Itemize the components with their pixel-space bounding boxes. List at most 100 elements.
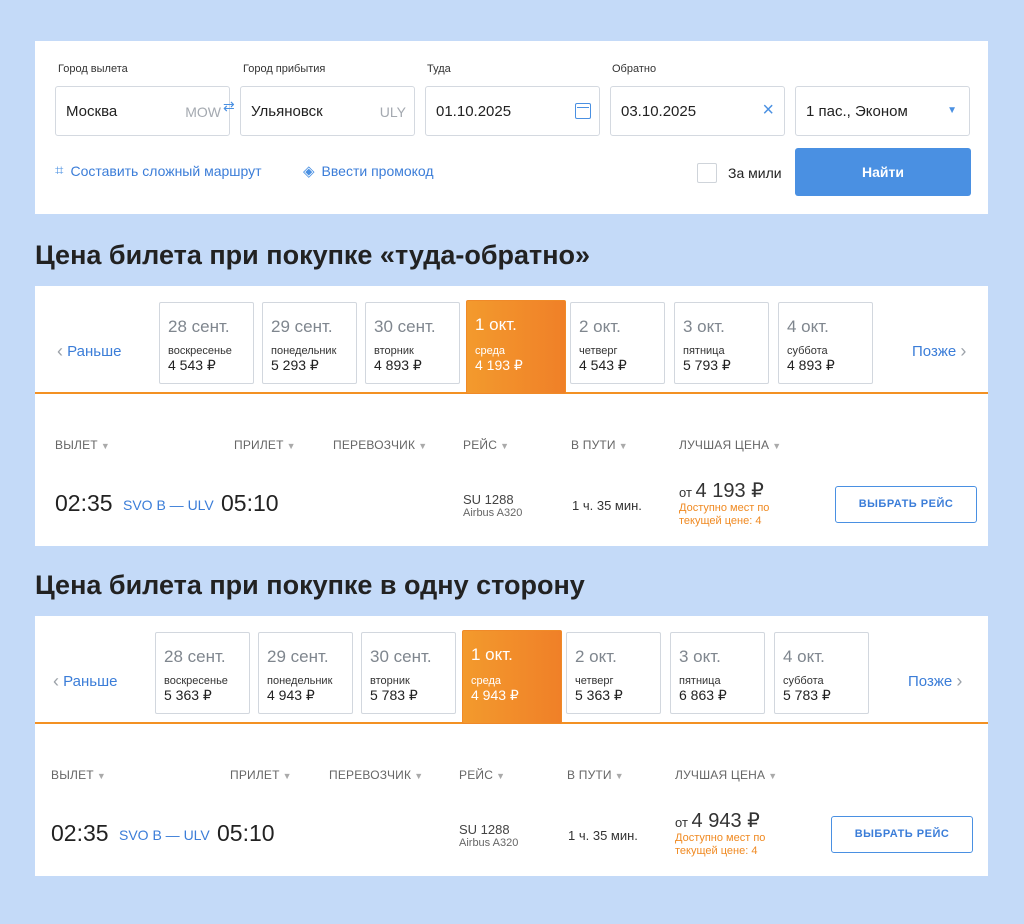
date-card-weekday: понедельник	[267, 675, 333, 687]
date-card[interactable]: 2 окт. четверг 4 543 ₽	[570, 302, 665, 384]
sort-caret-icon: ▼	[618, 441, 628, 451]
route-codes[interactable]: SVO B — ULV	[123, 497, 214, 513]
price-prefix: от	[679, 485, 692, 500]
date-card-price: 4 543 ₽	[168, 357, 216, 373]
date-card-price: 6 863 ₽	[679, 687, 727, 703]
miles-checkbox[interactable]	[697, 163, 717, 183]
col-duration[interactable]: В ПУТИ ▼	[567, 768, 624, 782]
col-best-price-label: ЛУЧШАЯ ЦЕНА	[679, 438, 770, 452]
to-city-field[interactable]: Ульяновск ULY	[240, 86, 415, 136]
price-prefix: от	[675, 815, 688, 830]
date-card-weekday: вторник	[374, 345, 414, 357]
from-city-code: MOW	[185, 104, 221, 120]
earlier-button[interactable]: ‹ Раньше	[57, 340, 122, 361]
depart-date-field[interactable]: 01.10.2025	[425, 86, 600, 136]
col-arrive-label: ПРИЛЕТ	[234, 438, 284, 452]
flight-duration: 1 ч. 35 мин.	[572, 498, 642, 513]
col-flight-label: РЕЙС	[459, 768, 494, 782]
availability-note: Доступно мест по текущей цене: 4	[675, 832, 766, 857]
sort-caret-icon: ▼	[496, 771, 506, 781]
date-card[interactable]: 3 окт. пятница 6 863 ₽	[670, 632, 765, 714]
date-card[interactable]: 3 окт. пятница 5 793 ₽	[674, 302, 769, 384]
find-button[interactable]: Найти	[795, 148, 971, 196]
date-card-price: 5 783 ₽	[783, 687, 831, 703]
earlier-label: Раньше	[63, 673, 118, 690]
date-card-weekday: воскресенье	[168, 345, 232, 357]
date-card-date: 3 окт.	[679, 647, 721, 666]
date-card[interactable]: 29 сент. понедельник 4 943 ₽	[258, 632, 353, 714]
later-button[interactable]: Позже ›	[912, 340, 966, 361]
date-card-weekday: вторник	[370, 675, 410, 687]
date-card[interactable]: 2 окт. четверг 5 363 ₽	[566, 632, 661, 714]
arrive-time: 05:10	[217, 820, 275, 846]
earlier-button[interactable]: ‹ Раньше	[53, 670, 118, 691]
col-depart[interactable]: ВЫЛЕТ ▼	[55, 438, 110, 452]
best-price: от 4 193 ₽	[679, 478, 764, 503]
date-card[interactable]: 29 сент. понедельник 5 293 ₽	[262, 302, 357, 384]
col-duration[interactable]: В ПУТИ ▼	[571, 438, 628, 452]
date-card[interactable]: 4 окт. суббота 4 893 ₽	[778, 302, 873, 384]
route-icon: ⌗	[55, 162, 64, 179]
section-heading-round-trip: Цена билета при покупке «туда-обратно»	[35, 240, 591, 270]
date-card-price: 4 893 ₽	[787, 357, 835, 373]
date-card-weekday: четверг	[579, 345, 618, 357]
date-card-price: 5 363 ₽	[164, 687, 212, 703]
col-best-price-label: ЛУЧШАЯ ЦЕНА	[675, 768, 766, 782]
col-flight[interactable]: РЕЙС ▼	[463, 438, 509, 452]
sort-caret-icon: ▼	[500, 441, 510, 451]
to-label: Город прибытия	[243, 63, 326, 75]
swap-arrows-icon[interactable]: ⇄	[223, 98, 235, 115]
col-duration-label: В ПУТИ	[571, 438, 616, 452]
date-card-weekday: четверг	[575, 675, 614, 687]
close-icon[interactable]: ×	[762, 99, 774, 122]
later-button[interactable]: Позже ›	[908, 670, 962, 691]
miles-label: За мили	[728, 165, 782, 181]
date-card-price: 4 943 ₽	[471, 687, 519, 703]
sort-caret-icon: ▼	[286, 441, 296, 451]
col-arrive[interactable]: ПРИЛЕТ ▼	[234, 438, 296, 452]
results-panel-round-trip: ‹ Раньше 28 сент. воскресенье 4 543 ₽29 се…	[35, 286, 988, 546]
select-flight-button[interactable]: ВЫБРАТЬ РЕЙС	[835, 486, 977, 523]
date-card[interactable]: 30 сент. вторник 4 893 ₽	[365, 302, 460, 384]
date-card[interactable]: 28 сент. воскресенье 5 363 ₽	[155, 632, 250, 714]
later-label: Позже	[908, 673, 953, 690]
col-duration-label: В ПУТИ	[567, 768, 612, 782]
col-best-price[interactable]: ЛУЧШАЯ ЦЕНА ▼	[679, 438, 781, 452]
date-card-weekday: среда	[475, 345, 506, 357]
sort-caret-icon: ▼	[282, 771, 292, 781]
chevron-right-icon: ›	[960, 341, 967, 361]
complex-route-link[interactable]: ⌗ Составить сложный маршрут	[55, 162, 262, 179]
availability-note: Доступно мест по текущей цене: 4	[679, 502, 770, 527]
date-card-price: 5 363 ₽	[575, 687, 623, 703]
from-city-field[interactable]: Москва MOW	[55, 86, 230, 136]
date-card[interactable]: 28 сент. воскресенье 4 543 ₽	[159, 302, 254, 384]
results-panel-one-way: ‹ Раньше 28 сент. воскресенье 5 363 ₽29 се…	[35, 616, 988, 876]
calendar-icon[interactable]	[575, 103, 591, 119]
col-arrive[interactable]: ПРИЛЕТ ▼	[230, 768, 292, 782]
col-depart[interactable]: ВЫЛЕТ ▼	[51, 768, 106, 782]
sort-caret-icon: ▼	[614, 771, 624, 781]
date-card-price: 5 293 ₽	[271, 357, 319, 373]
date-card[interactable]: 1 окт. среда 4 943 ₽	[462, 630, 562, 724]
date-card-weekday: среда	[471, 675, 502, 687]
promo-code-link[interactable]: ◈ Ввести промокод	[303, 162, 434, 180]
passengers-select[interactable]: 1 пас., Эконом ▼	[795, 86, 970, 136]
date-card-weekday: суббота	[783, 675, 824, 687]
col-flight[interactable]: РЕЙС ▼	[459, 768, 505, 782]
select-flight-button[interactable]: ВЫБРАТЬ РЕЙС	[831, 816, 973, 853]
from-label: Город вылета	[58, 63, 128, 75]
col-carrier[interactable]: ПЕРЕВОЗЧИК ▼	[329, 768, 423, 782]
return-date-field[interactable]: 03.10.2025 ×	[610, 86, 785, 136]
route-codes[interactable]: SVO B — ULV	[119, 827, 210, 843]
date-card-date: 30 сент.	[370, 647, 432, 666]
date-card[interactable]: 1 окт. среда 4 193 ₽	[466, 300, 566, 394]
flight-search-form: Город вылета Город прибытия Туда Обратно…	[35, 41, 988, 214]
complex-route-label: Составить сложный маршрут	[70, 162, 262, 179]
price-value: 4 943 ₽	[691, 810, 760, 832]
date-card[interactable]: 4 окт. суббота 5 783 ₽	[774, 632, 869, 714]
col-best-price[interactable]: ЛУЧШАЯ ЦЕНА ▼	[675, 768, 777, 782]
date-card[interactable]: 30 сент. вторник 5 783 ₽	[361, 632, 456, 714]
col-carrier[interactable]: ПЕРЕВОЗЧИК ▼	[333, 438, 427, 452]
to-city-code: ULY	[379, 104, 406, 120]
return-label: Обратно	[612, 63, 657, 75]
